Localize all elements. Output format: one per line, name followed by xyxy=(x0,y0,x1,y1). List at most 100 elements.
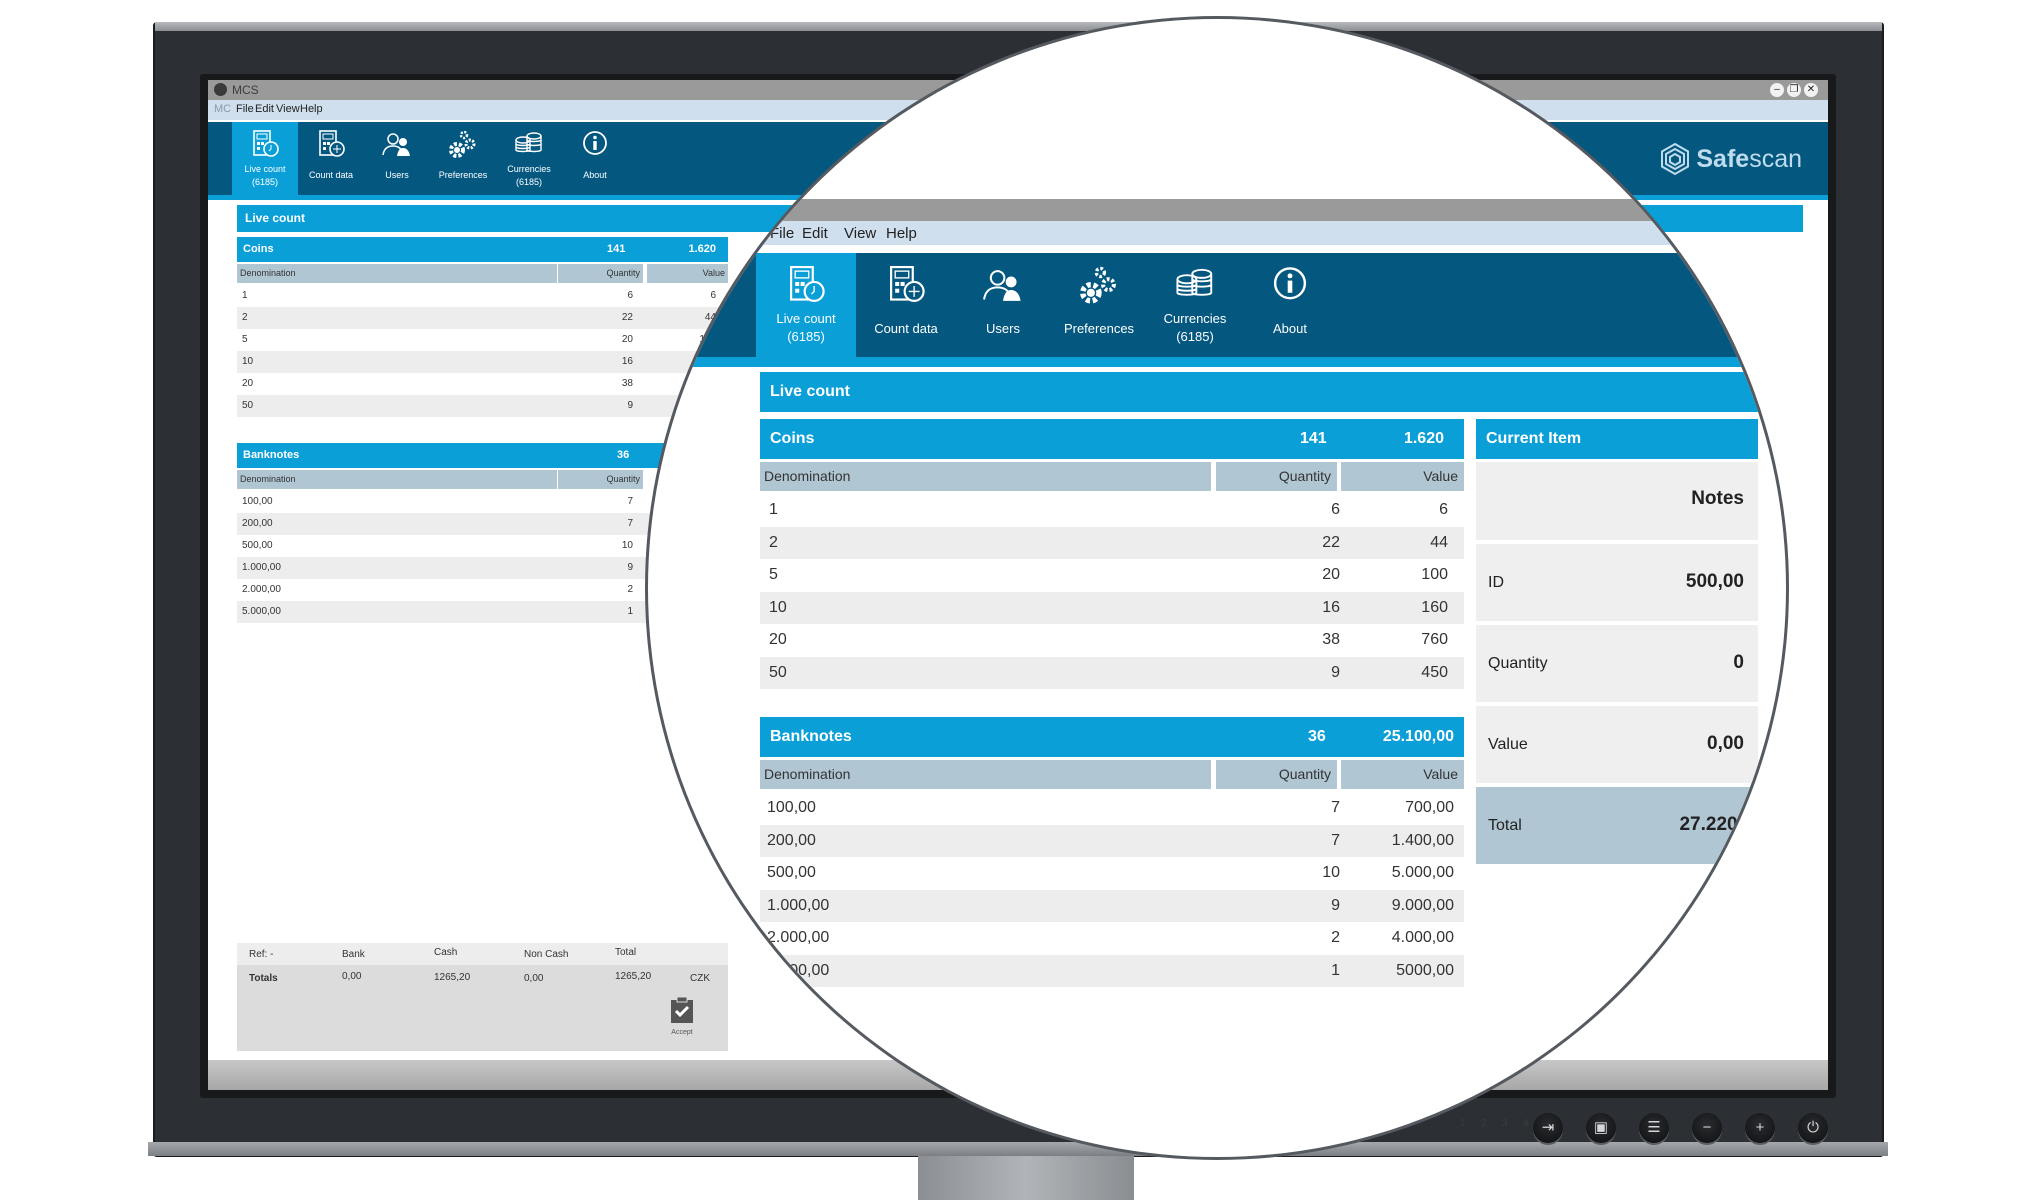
value-cell: 1.400,00 xyxy=(1391,831,1454,849)
close-button[interactable]: ✕ xyxy=(1804,83,1818,97)
magnified-toolbar-users[interactable]: Users xyxy=(953,253,1053,357)
magnified-banknotes-col-value[interactable]: Value xyxy=(1341,760,1464,789)
toolbar-preferences[interactable]: Preferences xyxy=(430,122,496,195)
denomination-cell: 50 xyxy=(769,663,787,681)
magnified-coins-col-quantity[interactable]: Quantity xyxy=(1216,462,1337,491)
banknotes-total-quantity: 36 xyxy=(617,449,630,461)
toolbar-count-data[interactable]: Count data xyxy=(298,122,364,195)
quantity-cell: 6 xyxy=(1331,501,1340,518)
magnified-toolbar-about[interactable]: About xyxy=(1240,253,1340,357)
quantity-cell: 9 xyxy=(627,562,633,573)
current-item-id-box: ID 500,00 xyxy=(1476,544,1758,621)
current-item-quantity-value: 0 xyxy=(1733,652,1744,673)
magnified-coins-row[interactable]: 10 16 160 xyxy=(760,591,1464,624)
denomination-cell: 200,00 xyxy=(242,518,273,529)
magnified-menu-file[interactable]: File xyxy=(770,225,794,242)
coins-col-denomination[interactable]: Denomination xyxy=(237,264,557,283)
denomination-cell: 20 xyxy=(242,378,254,389)
current-item-id-label: ID xyxy=(1488,574,1504,591)
totals-label: Totals xyxy=(249,973,278,984)
quantity-cell: 20 xyxy=(621,334,633,345)
magnified-banknotes-row[interactable]: 2.000,00 2 4.000,00 xyxy=(760,922,1464,954)
magnified-banknotes-row[interactable]: 5.000,00 1 5000,00 xyxy=(760,954,1464,987)
magnified-banknotes-row[interactable]: 200,00 7 1.400,00 xyxy=(760,824,1464,857)
power-button[interactable]: ⏻ xyxy=(1798,1113,1828,1143)
quantity-cell: 7 xyxy=(627,518,633,529)
toolbar-live-count[interactable]: Live count (6185) xyxy=(232,122,298,195)
magnified-currencies-sub: (6185) xyxy=(1176,329,1214,344)
bank-total: 0,00 xyxy=(342,971,362,982)
magnified-toolbar-live-count[interactable]: Live count (6185) xyxy=(756,253,856,357)
value-cell: 4.000,00 xyxy=(1391,929,1454,946)
restore-button[interactable]: ❐ xyxy=(1787,83,1801,97)
magnified-banknotes-col-denomination[interactable]: Denomination xyxy=(760,760,1211,789)
quantity-cell: 9 xyxy=(1331,663,1340,681)
magnified-banknotes-row[interactable]: 1.000,00 9 9.000,00 xyxy=(760,889,1464,922)
value-cell: 6 xyxy=(1439,501,1448,518)
menu-view[interactable]: View xyxy=(276,103,300,115)
denomination-cell: 1.000,00 xyxy=(767,896,830,914)
quantity-cell: 6 xyxy=(627,290,633,301)
banknotes-col-denomination[interactable]: Denomination xyxy=(237,470,557,489)
toolbar-count-data-label: Count data xyxy=(308,170,354,180)
monitor-stand xyxy=(918,1156,1134,1200)
toolbar-about-label: About xyxy=(583,170,607,180)
magnified-coins-total-value: 1.620 xyxy=(1403,430,1444,447)
current-item-total-label: Total xyxy=(1488,817,1522,834)
magnified-currencies-label: Currencies xyxy=(1163,311,1227,326)
users-icon xyxy=(382,133,410,156)
magnified-coins-row[interactable]: 50 9 450 xyxy=(760,656,1464,689)
banknotes-col-quantity[interactable]: Quantity xyxy=(558,470,643,489)
magnified-menu-edit[interactable]: Edit xyxy=(802,225,828,242)
denomination-cell: 200,00 xyxy=(767,831,816,849)
current-item-total-box: Total 27.220,00 xyxy=(1476,787,1764,864)
quantity-cell: 10 xyxy=(621,540,633,551)
current-item-header: Current Item xyxy=(1476,419,1758,459)
toolbar-currencies[interactable]: Currencies (6185) xyxy=(496,122,562,195)
quantity-cell: 9 xyxy=(627,400,633,411)
toolbar-users[interactable]: Users xyxy=(364,122,430,195)
coins-title: Coins xyxy=(243,243,274,255)
calculator-plus-icon xyxy=(319,130,345,157)
banknotes-title: Banknotes xyxy=(243,449,300,461)
magnified-coins-col-value[interactable]: Value xyxy=(1341,462,1464,491)
magnified-toolbar-preferences[interactable]: Preferences xyxy=(1049,253,1149,357)
menu-file[interactable]: File xyxy=(236,103,254,115)
cash-header: Cash xyxy=(434,947,458,958)
value-cell: 9.000,00 xyxy=(1391,896,1454,914)
magnified-coins-row[interactable]: 1 6 6 xyxy=(760,494,1464,526)
magnified-coins-row[interactable]: 2 22 44 xyxy=(760,526,1464,559)
denomination-cell: 500,00 xyxy=(767,864,816,881)
quantity-cell: 22 xyxy=(1322,533,1340,551)
menu-edit[interactable]: Edit xyxy=(255,103,274,115)
quantity-cell: 2 xyxy=(627,584,633,595)
denomination-cell: 500,00 xyxy=(242,540,273,551)
magnified-coins-title: Coins xyxy=(770,430,815,447)
calculator-plus-icon xyxy=(890,265,925,302)
magnified-banknotes-col-quantity[interactable]: Quantity xyxy=(1216,760,1337,789)
value-cell: 100 xyxy=(1421,566,1448,583)
current-item-title: Current Item xyxy=(1486,430,1582,447)
toolbar-about[interactable]: About xyxy=(562,122,628,195)
quantity-cell: 7 xyxy=(627,496,633,507)
magnified-toolbar-count-data[interactable]: Count data xyxy=(856,253,956,357)
menu-help[interactable]: Help xyxy=(300,103,323,115)
magnified-coins-col-denomination[interactable]: Denomination xyxy=(760,462,1211,491)
magnified-toolbar-currencies[interactable]: Currencies (6185) xyxy=(1145,253,1245,357)
magnified-menu-view[interactable]: View xyxy=(844,225,876,242)
coins-col-quantity[interactable]: Quantity xyxy=(558,264,643,283)
users-icon xyxy=(983,270,1021,301)
magnified-banknotes-row[interactable]: 100,00 7 700,00 xyxy=(760,792,1464,824)
magnified-banknotes-title: Banknotes xyxy=(770,728,852,745)
magnified-banknotes-row[interactable]: 500,00 10 5.000,00 xyxy=(760,857,1464,889)
denomination-cell: 100,00 xyxy=(242,496,273,507)
toolbar-currencies-label: Currencies xyxy=(507,164,551,174)
current-item-value-value: 0,00 xyxy=(1707,733,1744,754)
magnified-coins-row[interactable]: 20 38 760 xyxy=(760,624,1464,656)
magnified-coins-column-headers: Denomination Quantity Value xyxy=(760,462,1464,491)
magnified-menu-help[interactable]: Help xyxy=(886,225,917,242)
magnified-coins-row[interactable]: 5 20 100 xyxy=(760,559,1464,591)
current-item-value-box: Value 0,00 xyxy=(1476,706,1758,783)
quantity-cell: 9 xyxy=(1331,896,1340,914)
denomination-cell: 1 xyxy=(769,501,778,518)
